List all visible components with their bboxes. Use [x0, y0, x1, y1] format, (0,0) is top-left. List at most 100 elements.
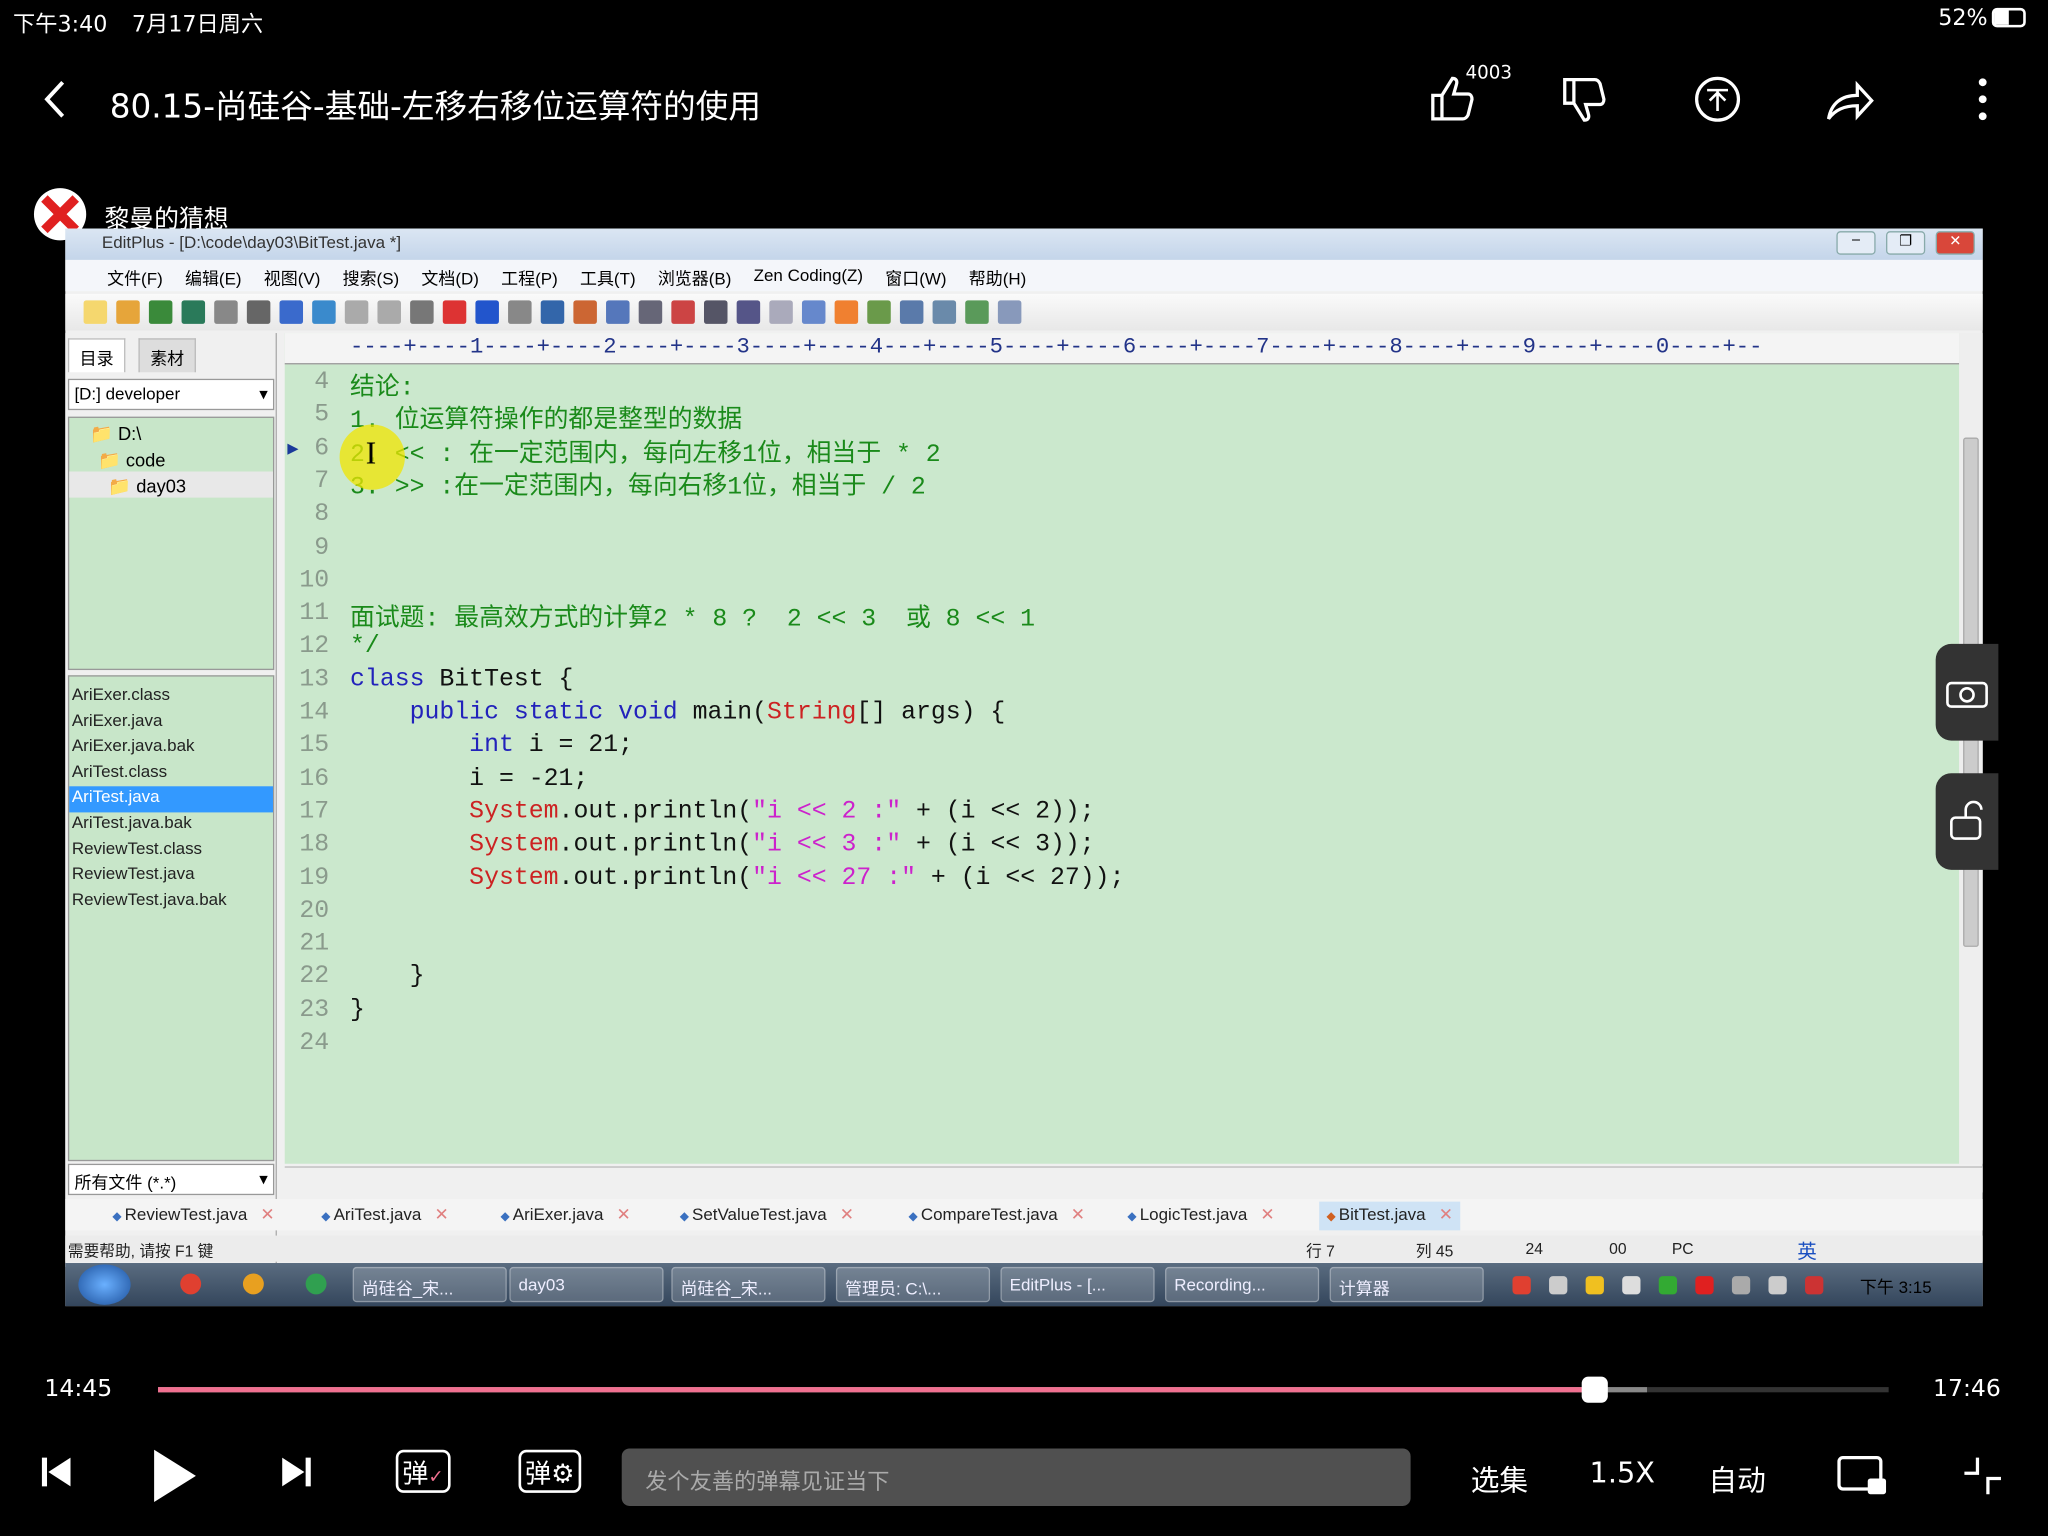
menu-item[interactable]: 视图(V) — [264, 265, 321, 291]
toolbar-button[interactable] — [671, 300, 695, 324]
start-button[interactable] — [78, 1264, 131, 1305]
back-icon[interactable] — [29, 73, 81, 125]
file-list-item[interactable]: AriExer.class — [69, 684, 273, 710]
toolbar-button[interactable] — [475, 300, 499, 324]
tree-item[interactable]: 📁 day03 — [69, 471, 273, 498]
toolbar-button[interactable] — [116, 300, 140, 324]
menu-item[interactable]: 帮助(H) — [969, 265, 1027, 291]
tab-directory[interactable]: 目录 — [67, 338, 126, 373]
tray-icon[interactable] — [1512, 1276, 1531, 1295]
taskbar-item[interactable]: 尚硅谷_宋... — [671, 1266, 826, 1303]
toolbar-button[interactable] — [606, 300, 630, 324]
menu-item[interactable]: 工程(P) — [501, 265, 558, 291]
close-tab-icon[interactable]: ✕ — [1260, 1204, 1274, 1224]
ime-indicator[interactable]: 英 — [1797, 1237, 1817, 1264]
progress-handle[interactable] — [1581, 1376, 1608, 1403]
toolbar-button[interactable] — [83, 300, 108, 324]
more-icon[interactable] — [1957, 73, 2009, 125]
coin-icon[interactable] — [1691, 73, 1743, 125]
file-list-item[interactable]: AriTest.java — [69, 786, 273, 813]
progress-bar[interactable] — [158, 1376, 1889, 1403]
toolbar-button[interactable] — [148, 300, 173, 324]
danmaku-input[interactable]: 发个友善的弹幕见证当下 — [621, 1448, 1411, 1506]
close-tab-icon[interactable]: ✕ — [616, 1204, 630, 1224]
toolbar-button[interactable] — [834, 300, 859, 324]
close-tab-icon[interactable]: ✕ — [840, 1204, 854, 1224]
close-button[interactable]: ✕ — [1935, 231, 1975, 255]
taskbar-item[interactable]: Recording... — [1165, 1266, 1320, 1303]
file-list-item[interactable]: AriExer.java.bak — [69, 736, 273, 762]
toolbar-button[interactable] — [377, 300, 401, 324]
toolbar-button[interactable] — [312, 300, 336, 324]
close-tab-icon[interactable]: ✕ — [1071, 1204, 1085, 1224]
taskbar-item[interactable]: 计算器 — [1329, 1266, 1484, 1303]
toolbar-button[interactable] — [573, 300, 597, 324]
file-tab[interactable]: ◆ CompareTest.java ✕ — [901, 1202, 1093, 1231]
tray-icon[interactable] — [1549, 1276, 1568, 1295]
restore-button[interactable]: ❐ — [1886, 231, 1926, 255]
thumbs-down-icon[interactable] — [1558, 73, 1610, 125]
file-tab[interactable]: ◆ BitTest.java ✕ — [1318, 1201, 1461, 1231]
toolbar-button[interactable] — [638, 300, 663, 324]
file-tab[interactable]: ◆ SetValueTest.java ✕ — [672, 1202, 862, 1231]
toolbar-button[interactable] — [540, 300, 565, 324]
horizontal-scrollbar[interactable] — [284, 1166, 1983, 1193]
tree-item[interactable]: 📁 D:\ — [69, 418, 273, 445]
tray-icon[interactable] — [1585, 1276, 1604, 1295]
share-icon[interactable] — [1823, 73, 1875, 125]
menu-item[interactable]: 窗口(W) — [885, 265, 946, 291]
menu-item[interactable]: 文件(F) — [107, 265, 163, 291]
toolbar-button[interactable] — [410, 300, 434, 324]
taskbar-pinned-app[interactable] — [242, 1273, 264, 1295]
tab-clips[interactable]: 素材 — [138, 338, 196, 373]
file-list-item[interactable]: ReviewTest.java — [69, 864, 273, 890]
episodes-button[interactable]: 选集 — [1471, 1458, 1528, 1500]
toolbar-button[interactable] — [997, 300, 1022, 324]
drive-select[interactable]: [D:] developer ▾ — [67, 378, 275, 411]
file-tab[interactable]: ◆ AriExer.java ✕ — [493, 1202, 639, 1231]
toolbar-button[interactable] — [899, 300, 924, 324]
file-list-item[interactable]: AriTest.java.bak — [69, 812, 273, 838]
file-list-item[interactable]: AriExer.java — [69, 710, 273, 736]
taskbar-item[interactable]: 尚硅谷_宋... — [352, 1266, 507, 1303]
file-tab[interactable]: ◆ LogicTest.java ✕ — [1120, 1202, 1283, 1231]
tray-icon[interactable] — [1622, 1276, 1641, 1295]
tray-icon[interactable] — [1805, 1276, 1824, 1295]
menu-item[interactable]: 编辑(E) — [185, 265, 242, 291]
danmaku-settings-icon[interactable]: 弹⚙ — [518, 1449, 582, 1493]
toolbar-button[interactable] — [769, 300, 793, 324]
tray-icon[interactable] — [1768, 1276, 1787, 1295]
menu-item[interactable]: 工具(T) — [580, 265, 636, 291]
file-tab[interactable]: ◆ AriTest.java ✕ — [313, 1202, 456, 1231]
close-tab-icon[interactable]: ✕ — [1439, 1204, 1453, 1224]
toolbar-button[interactable] — [442, 300, 467, 324]
cast-icon[interactable] — [1836, 1455, 1888, 1505]
close-tab-icon[interactable]: ✕ — [260, 1204, 274, 1224]
toolbar-button[interactable] — [736, 300, 761, 324]
file-tab[interactable]: ◆ ReviewTest.java ✕ — [104, 1202, 282, 1231]
next-icon[interactable] — [282, 1455, 311, 1497]
play-icon[interactable] — [152, 1447, 199, 1512]
toolbar-button[interactable] — [344, 300, 369, 324]
toolbar-button[interactable] — [801, 300, 826, 324]
previous-icon[interactable] — [41, 1455, 71, 1497]
taskbar-item[interactable]: EditPlus - [... — [1000, 1266, 1155, 1303]
tree-item[interactable]: 📁 code — [69, 445, 273, 471]
taskbar-item[interactable]: 管理员: C:\... — [835, 1266, 991, 1303]
menu-item[interactable]: Zen Coding(Z) — [754, 265, 863, 291]
filter-select[interactable]: 所有文件 (*.*) ▾ — [67, 1163, 275, 1196]
screenshot-button[interactable] — [1935, 643, 1999, 741]
menu-item[interactable]: 浏览器(B) — [658, 265, 732, 291]
vertical-scrollbar[interactable] — [1959, 333, 1983, 1164]
toolbar-button[interactable] — [508, 300, 532, 324]
speed-button[interactable]: 1.5X — [1590, 1458, 1655, 1491]
file-list-item[interactable]: ReviewTest.java.bak — [69, 889, 273, 915]
exit-fullscreen-icon[interactable] — [1962, 1455, 2004, 1505]
tray-icon[interactable] — [1731, 1276, 1751, 1295]
quality-button[interactable]: 自动 — [1708, 1458, 1765, 1500]
toolbar-button[interactable] — [965, 300, 989, 324]
file-list-item[interactable]: ReviewTest.class — [69, 838, 273, 864]
code-editor[interactable]: ----+----1----+----2----+----3----+----4… — [284, 333, 1960, 1164]
toolbar-button[interactable] — [703, 300, 728, 324]
toolbar-button[interactable] — [214, 300, 238, 324]
